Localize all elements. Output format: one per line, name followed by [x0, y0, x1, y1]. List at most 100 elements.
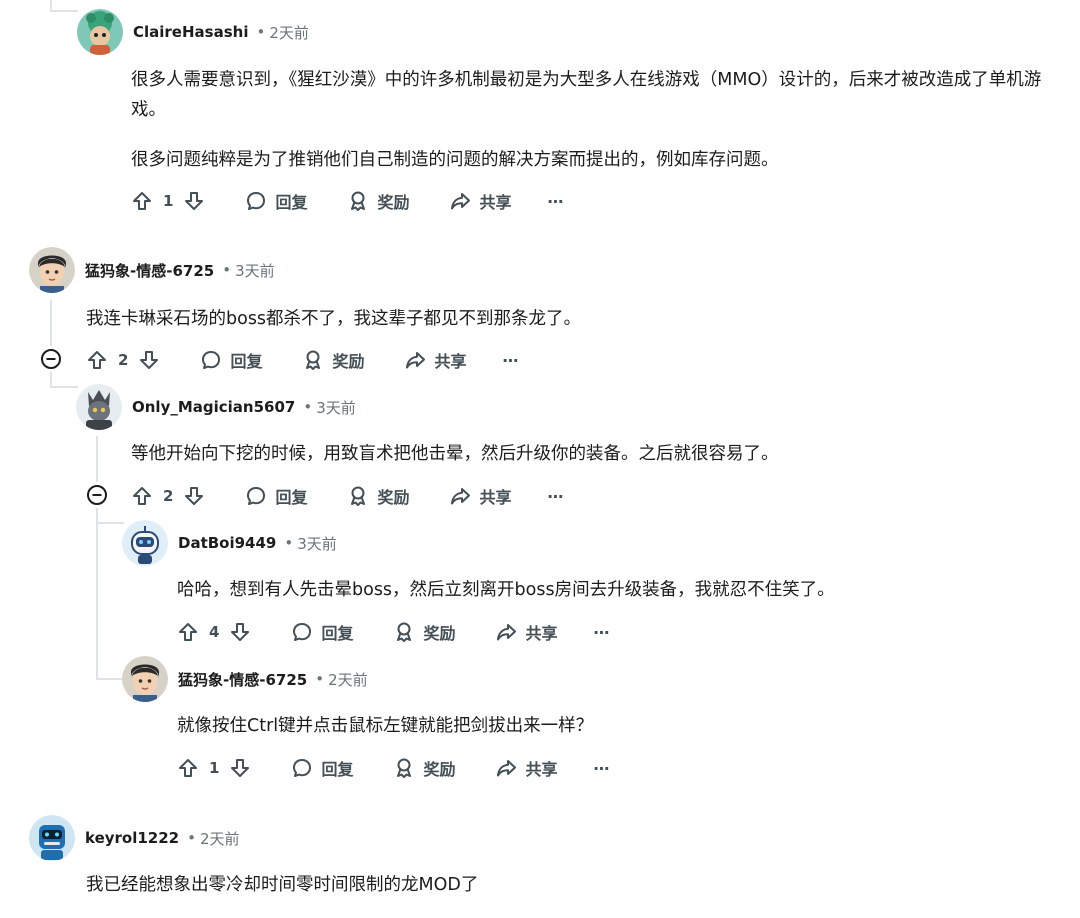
- more-options-button[interactable]: ⋯: [547, 192, 563, 211]
- action-bar: 2 回复 奖励 共享 ⋯: [86, 345, 518, 375]
- thread-line: [96, 678, 124, 680]
- thread-line: [96, 508, 98, 680]
- username[interactable]: Only_Magician5607: [132, 398, 295, 416]
- award-button[interactable]: 奖励: [393, 620, 455, 644]
- downvote-icon[interactable]: [229, 757, 251, 779]
- upvote-icon[interactable]: [131, 190, 153, 212]
- award-button[interactable]: 奖励: [347, 189, 409, 213]
- action-bar: 4 回复 奖励 共享 ⋯: [177, 617, 609, 647]
- ellipsis-icon: ⋯: [593, 758, 610, 778]
- share-icon: [406, 352, 426, 369]
- separator-dot: •: [315, 670, 325, 688]
- avatar[interactable]: [77, 9, 123, 55]
- share-button[interactable]: 共享: [449, 189, 511, 213]
- downvote-icon[interactable]: [229, 621, 251, 643]
- comment-body: 很多人需要意识到，《猩红沙漠》中的许多机制最初是为大型多人在线游戏（MMO）设计…: [131, 65, 1061, 175]
- username[interactable]: ClaireHasashi: [133, 23, 248, 41]
- timestamp[interactable]: 2天前: [328, 669, 368, 690]
- share-icon: [451, 193, 471, 210]
- separator-dot: •: [187, 829, 196, 847]
- username[interactable]: 猛犸象-情感-6725: [178, 669, 307, 690]
- ellipsis-icon: ⋯: [547, 486, 564, 506]
- vote-count: 1: [163, 192, 174, 210]
- reply-button[interactable]: 回复: [245, 484, 307, 508]
- ellipsis-icon: ⋯: [502, 350, 519, 370]
- comment-header: 猛犸象-情感-6725 • 2天前: [122, 656, 368, 702]
- comment-body: 我连卡琳采石场的boss都杀不了，我这辈子都见不到那条龙了。: [86, 304, 1046, 334]
- comment-paragraph: 就像按住Ctrl键并点击鼠标左键就能把剑拔出来一样？: [177, 716, 594, 736]
- comment-header: DatBoi9449 • 3天前: [122, 520, 337, 566]
- more-options-button[interactable]: ⋯: [502, 351, 518, 370]
- thread-line: [96, 522, 124, 524]
- more-options-button[interactable]: ⋯: [593, 623, 609, 642]
- username[interactable]: keyrol1222: [85, 829, 179, 847]
- action-bar: 2 回复 奖励 共享 ⋯: [131, 481, 563, 511]
- comment-header: Only_Magician5607 • 3天前: [76, 384, 356, 430]
- ellipsis-icon: ⋯: [547, 191, 564, 211]
- award-icon: [351, 191, 366, 211]
- award-icon: [351, 486, 366, 506]
- vote-count: 2: [163, 487, 174, 505]
- timestamp[interactable]: 2天前: [269, 22, 309, 43]
- thread-line: [50, 386, 78, 388]
- reply-button[interactable]: 回复: [245, 189, 307, 213]
- downvote-icon[interactable]: [138, 349, 160, 371]
- timestamp[interactable]: 3天前: [316, 397, 356, 418]
- timestamp[interactable]: 3天前: [235, 260, 275, 281]
- collapse-thread-icon[interactable]: [40, 348, 62, 370]
- award-button[interactable]: 奖励: [302, 348, 364, 372]
- upvote-icon[interactable]: [131, 485, 153, 507]
- award-button[interactable]: 奖励: [347, 484, 409, 508]
- comment-body: 等他开始向下挖的时候，用致盲术把他击晕，然后升级你的装备。之后就很容易了。: [131, 439, 1061, 469]
- comment-header: ClaireHasashi • 2天前: [77, 9, 309, 55]
- award-icon: [397, 758, 412, 778]
- avatar[interactable]: [29, 815, 75, 861]
- upvote-icon[interactable]: [177, 621, 199, 643]
- share-button[interactable]: 共享: [404, 348, 466, 372]
- separator-dot: •: [284, 534, 294, 552]
- avatar[interactable]: [122, 520, 168, 566]
- upvote-icon[interactable]: [177, 757, 199, 779]
- comment-paragraph: 很多人需要意识到，《猩红沙漠》中的许多机制最初是为大型多人在线游戏（MMO）设计…: [131, 70, 1042, 120]
- separator-dot: •: [222, 261, 232, 279]
- upvote-icon[interactable]: [86, 349, 108, 371]
- share-button[interactable]: 共享: [495, 756, 557, 780]
- share-button[interactable]: 共享: [449, 484, 511, 508]
- share-icon: [497, 760, 517, 777]
- comment-paragraph: 我已经能想象出零冷却时间零时间限制的龙MOD了: [86, 875, 479, 895]
- comment-body: 我已经能想象出零冷却时间零时间限制的龙MOD了: [86, 870, 1046, 900]
- share-button[interactable]: 共享: [495, 620, 557, 644]
- separator-dot: •: [256, 23, 266, 41]
- separator-dot: •: [303, 398, 313, 416]
- downvote-icon[interactable]: [183, 485, 205, 507]
- reply-icon: [293, 623, 312, 641]
- timestamp[interactable]: 3天前: [297, 533, 337, 554]
- collapse-thread-icon[interactable]: [86, 484, 108, 506]
- vote-count: 1: [209, 759, 220, 777]
- downvote-icon[interactable]: [183, 190, 205, 212]
- ellipsis-icon: ⋯: [593, 622, 610, 642]
- avatar[interactable]: [29, 247, 75, 293]
- more-options-button[interactable]: ⋯: [593, 759, 609, 778]
- award-button[interactable]: 奖励: [393, 756, 455, 780]
- reply-button[interactable]: 回复: [291, 756, 353, 780]
- timestamp[interactable]: 2天前: [200, 828, 240, 849]
- thread-line: [96, 436, 98, 482]
- reply-icon: [202, 351, 221, 369]
- action-bar: 1 回复 奖励 共享 ⋯: [177, 753, 609, 783]
- reply-button[interactable]: 回复: [291, 620, 353, 644]
- comment-paragraph: 我连卡琳采石场的boss都杀不了，我这辈子都见不到那条龙了。: [86, 309, 582, 329]
- comment-body: 哈哈，想到有人先击晕boss，然后立刻离开boss房间去升级装备，我就忍不住笑了…: [177, 575, 1057, 605]
- vote-count: 2: [118, 351, 129, 369]
- more-options-button[interactable]: ⋯: [547, 487, 563, 506]
- username[interactable]: DatBoi9449: [178, 534, 276, 552]
- avatar[interactable]: [76, 384, 122, 430]
- award-icon: [306, 350, 321, 370]
- thread-line: [50, 300, 52, 346]
- comment-paragraph: 哈哈，想到有人先击晕boss，然后立刻离开boss房间去升级装备，我就忍不住笑了…: [177, 580, 835, 600]
- avatar[interactable]: [122, 656, 168, 702]
- reply-icon: [293, 759, 312, 777]
- reply-button[interactable]: 回复: [200, 348, 262, 372]
- username[interactable]: 猛犸象-情感-6725: [85, 260, 214, 281]
- thread-line: [50, 10, 78, 12]
